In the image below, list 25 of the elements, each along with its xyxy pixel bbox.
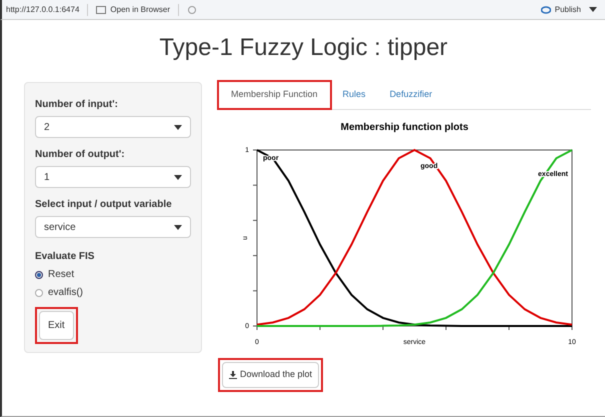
caret-icon <box>174 174 182 180</box>
chart-title: Membership function plots <box>340 121 468 135</box>
download-icon <box>229 370 237 379</box>
radio-option[interactable]: evalfis() <box>35 285 191 300</box>
caret-icon <box>174 224 182 230</box>
tab[interactable]: Rules <box>330 81 378 109</box>
page-title: Type-1 Fuzzy Logic : tipper <box>158 33 449 63</box>
field-label: Select input / output variable <box>35 198 173 212</box>
field-label: Number of output': <box>35 148 126 162</box>
field-label: Evaluate FIS <box>35 250 96 264</box>
download-button[interactable]: Download the plot <box>222 362 320 388</box>
url-text: http://127.0.0.1:6474 <box>6 4 80 16</box>
tab[interactable]: Defuzzifier <box>378 81 444 109</box>
select-field[interactable]: 2 <box>35 116 191 138</box>
open-in-browser-button[interactable]: Open in Browser <box>96 4 170 16</box>
publish-button[interactable]: Publish <box>540 4 601 16</box>
window-icon <box>96 6 106 14</box>
caret-icon <box>174 124 182 130</box>
caret-icon <box>589 7 597 12</box>
field-label: Number of input': <box>35 98 119 112</box>
select-field[interactable]: 1 <box>35 166 191 188</box>
exit-button[interactable]: Exit <box>39 311 74 340</box>
radio-option[interactable]: Reset <box>35 267 191 282</box>
tab[interactable]: Membership Function <box>218 81 331 109</box>
select-field[interactable]: service <box>35 216 191 238</box>
